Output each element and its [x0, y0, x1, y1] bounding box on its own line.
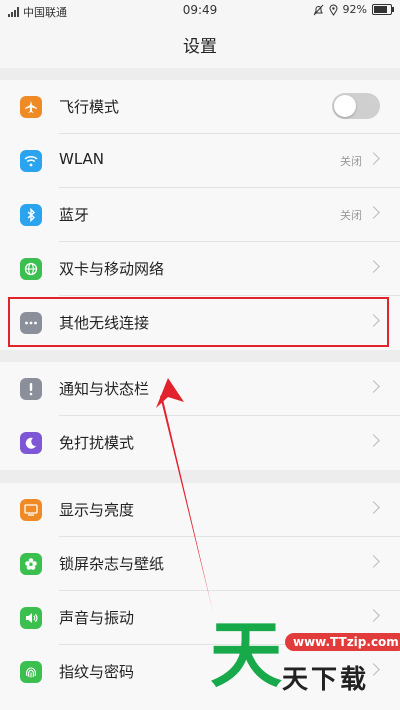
watermark-name: 天下载	[282, 665, 370, 695]
annotation-arrow	[156, 378, 213, 612]
watermark-glyph: 天	[210, 613, 283, 697]
watermark-logo: 天 www.TTzip.com 天下载	[210, 615, 400, 710]
watermark-url: www.TTzip.com	[285, 633, 400, 651]
